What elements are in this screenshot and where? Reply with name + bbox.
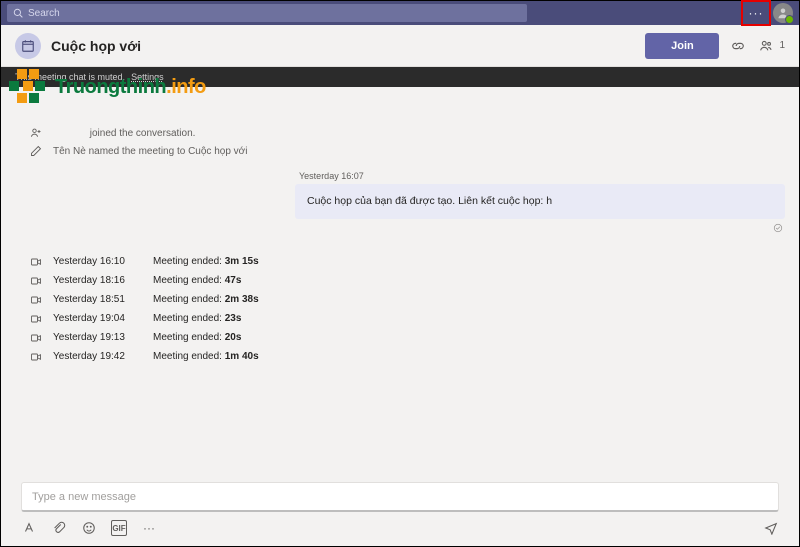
meeting-log-row: Yesterday 18:16 Meeting ended: 47s <box>29 275 785 287</box>
log-time: Yesterday 19:04 <box>53 313 143 324</box>
person-icon <box>777 7 789 19</box>
log-label: Meeting ended: 3m 15s <box>153 256 259 267</box>
gif-icon[interactable]: GIF <box>111 520 127 536</box>
meeting-log-row: Yesterday 19:42 Meeting ended: 1m 40s <box>29 351 785 363</box>
meeting-log-row: Yesterday 19:13 Meeting ended: 20s <box>29 332 785 344</box>
named-text: Tên Nè named the meeting to Cuộc họp với <box>53 146 250 157</box>
system-event-named: Tên Nè named the meeting to Cuộc họp với <box>15 145 785 157</box>
message-timestamp: Yesterday 16:07 <box>295 171 785 181</box>
compose-area: Type a new message GIF ··· <box>1 482 799 546</box>
add-person-icon <box>29 127 43 139</box>
muted-chat-banner: This meeting chat is muted. Settings <box>1 67 799 87</box>
participants-count: 1 <box>779 40 785 51</box>
log-label: Meeting ended: 47s <box>153 275 241 286</box>
video-icon <box>29 351 43 363</box>
log-label: Meeting ended: 23s <box>153 313 241 324</box>
titlebar: Search ··· <box>1 1 799 25</box>
muted-text: This meeting chat is muted. <box>15 72 125 82</box>
message-bubble[interactable]: Cuộc họp của bạn đã được tạo. Liên kết c… <box>295 184 785 219</box>
participants-icon[interactable] <box>757 37 775 55</box>
video-icon <box>29 332 43 344</box>
meeting-log-row: Yesterday 16:10 Meeting ended: 3m 15s <box>29 256 785 268</box>
pencil-icon <box>29 145 43 157</box>
meeting-title-text: Cuộc họp với <box>51 38 145 54</box>
video-icon <box>29 256 43 268</box>
log-time: Yesterday 16:10 <box>53 256 143 267</box>
joined-text: joined the conversation. <box>87 128 195 139</box>
system-event-joined: joined the conversation. <box>15 127 785 139</box>
meeting-log-row: Yesterday 19:04 Meeting ended: 23s <box>29 313 785 325</box>
video-icon <box>29 313 43 325</box>
meeting-header: Cuộc họp với Join 1 <box>1 25 799 67</box>
ellipsis-icon: ··· <box>749 6 764 20</box>
more-compose-icon[interactable]: ··· <box>141 520 157 536</box>
more-options-button[interactable]: ··· <box>743 2 769 24</box>
log-label: Meeting ended: 2m 38s <box>153 294 259 305</box>
meeting-log-row: Yesterday 18:51 Meeting ended: 2m 38s <box>29 294 785 306</box>
chat-body: joined the conversation. Tên Nè named th… <box>1 87 799 482</box>
log-time: Yesterday 18:51 <box>53 294 143 305</box>
search-input[interactable]: Search <box>7 4 527 22</box>
message-input[interactable]: Type a new message <box>21 482 779 512</box>
video-icon <box>29 294 43 306</box>
redacted-text <box>145 41 181 53</box>
attach-icon[interactable] <box>51 520 67 536</box>
message-text: Cuộc họp của bạn đã được tạo. Liên kết c… <box>307 195 552 207</box>
emoji-icon[interactable] <box>81 520 97 536</box>
user-avatar[interactable] <box>773 3 793 23</box>
search-placeholder: Search <box>28 8 60 19</box>
join-button[interactable]: Join <box>645 33 719 59</box>
link-icon[interactable] <box>729 37 747 55</box>
log-time: Yesterday 19:13 <box>53 332 143 343</box>
chat-message: Yesterday 16:07 Cuộc họp của bạn đã được… <box>295 171 785 236</box>
video-icon <box>29 275 43 287</box>
log-label: Meeting ended: 1m 40s <box>153 351 259 362</box>
meeting-log-list: Yesterday 16:10Meeting ended: 3m 15sYest… <box>15 256 785 363</box>
log-label: Meeting ended: 20s <box>153 332 241 343</box>
read-receipt-icon <box>295 223 785 236</box>
message-placeholder: Type a new message <box>32 491 136 503</box>
meeting-title: Cuộc họp với <box>51 38 181 54</box>
calendar-icon <box>15 33 41 59</box>
redacted-text <box>250 146 290 155</box>
log-time: Yesterday 18:16 <box>53 275 143 286</box>
redacted-text <box>53 128 87 137</box>
send-icon[interactable] <box>763 520 779 536</box>
format-icon[interactable] <box>21 520 37 536</box>
muted-settings-link[interactable]: Settings <box>131 72 164 82</box>
log-time: Yesterday 19:42 <box>53 351 143 362</box>
search-icon <box>13 8 23 18</box>
redacted-text <box>552 197 712 206</box>
